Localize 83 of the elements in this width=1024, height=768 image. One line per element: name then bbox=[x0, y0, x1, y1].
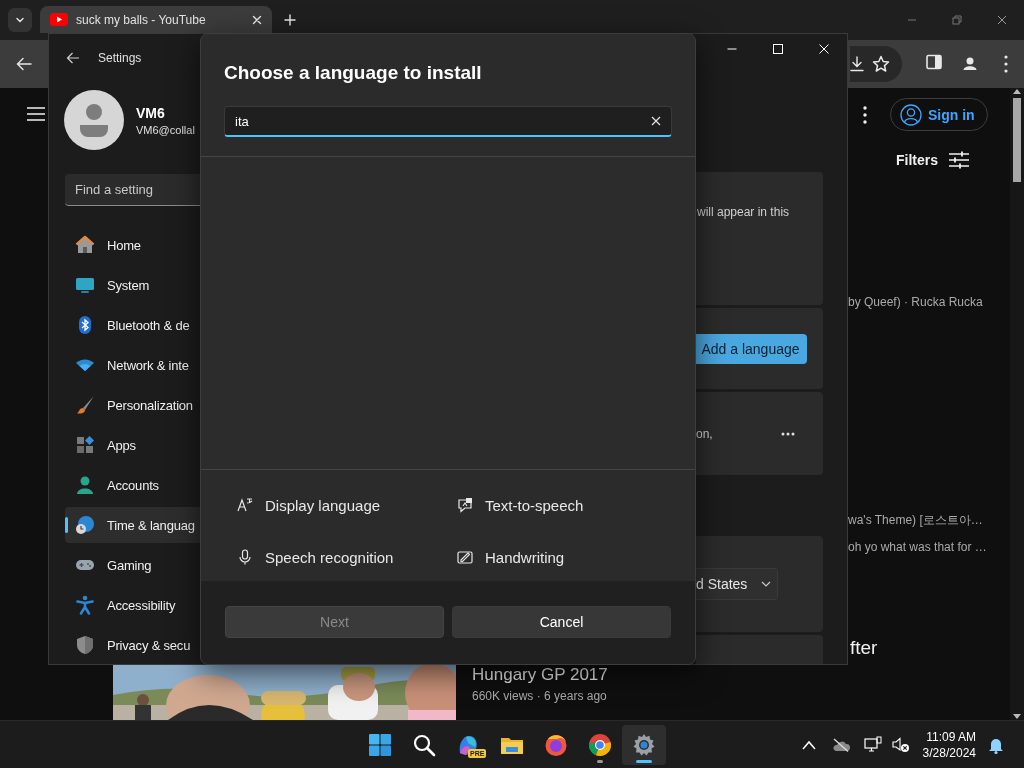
sidebar-item[interactable]: Apps bbox=[65, 427, 200, 463]
section-heading: fter bbox=[849, 636, 879, 660]
tab-search-button[interactable] bbox=[8, 8, 32, 32]
pen-icon bbox=[457, 549, 473, 565]
restore-icon[interactable] bbox=[951, 15, 962, 25]
close-icon[interactable] bbox=[996, 15, 1007, 25]
sliders-icon bbox=[948, 151, 970, 169]
sidebar-item[interactable]: Personalization bbox=[65, 387, 200, 423]
video-title[interactable]: wa's Theme) [로스트아… bbox=[848, 512, 1010, 528]
search-field[interactable]: ita bbox=[224, 106, 672, 137]
sidebar-item[interactable]: Home bbox=[65, 227, 200, 263]
chevron-down-icon bbox=[15, 15, 25, 25]
sidebar-item[interactable]: Accounts bbox=[65, 467, 200, 503]
clear-icon[interactable] bbox=[651, 116, 661, 126]
firefox-icon bbox=[544, 732, 568, 757]
person-silhouette-icon bbox=[79, 103, 109, 137]
scrollbar[interactable] bbox=[1010, 88, 1024, 720]
sidebar-item[interactable]: System bbox=[65, 267, 200, 303]
cancel-button[interactable]: Cancel bbox=[452, 606, 671, 638]
hamburger-menu-icon[interactable] bbox=[27, 107, 45, 121]
chrome-icon bbox=[588, 732, 612, 757]
cloud-off-icon[interactable] bbox=[831, 737, 850, 752]
user-name: VM6 bbox=[136, 104, 166, 121]
accessibility-icon bbox=[75, 595, 95, 615]
setting-card: will appear in this bbox=[696, 172, 823, 305]
sidebar-item[interactable]: Gaming bbox=[65, 547, 200, 583]
feature-label: Handwriting bbox=[457, 541, 677, 573]
region-dropdown[interactable]: d States bbox=[696, 568, 778, 600]
window-title: Settings bbox=[98, 50, 142, 65]
speaker-muted-icon[interactable] bbox=[891, 736, 910, 753]
sidebar-item[interactable]: Network & inte bbox=[65, 347, 200, 383]
sidebar-item[interactable]: Time & languag bbox=[65, 507, 200, 543]
video-title[interactable]: oh yo what was that for … bbox=[848, 539, 1010, 555]
back-arrow-icon[interactable] bbox=[66, 51, 80, 64]
maximize-icon[interactable] bbox=[773, 44, 783, 54]
chevron-up-icon[interactable] bbox=[801, 739, 816, 750]
sidebar-item[interactable]: Accessibility bbox=[65, 587, 200, 623]
sidebar-item[interactable]: Privacy & secu bbox=[65, 627, 200, 663]
monitor-icon bbox=[75, 275, 95, 295]
network-icon[interactable] bbox=[863, 735, 882, 754]
filters-button[interactable]: Filters bbox=[848, 148, 1010, 172]
clock[interactable]: 11:09 AM 3/28/2024 bbox=[922, 728, 976, 761]
feature-label: Display language bbox=[237, 489, 457, 521]
taskbar-button[interactable] bbox=[622, 724, 666, 765]
back-arrow-icon[interactable] bbox=[14, 57, 34, 71]
sidebar-item[interactable]: Bluetooth & de bbox=[65, 307, 200, 343]
microphone-icon bbox=[237, 549, 253, 565]
running-indicator bbox=[636, 759, 652, 763]
user-email: VM6@collal bbox=[136, 123, 195, 136]
feature-label: Speech recognition bbox=[237, 541, 457, 573]
video-meta: 660K views · 6 years ago bbox=[472, 688, 608, 705]
windows-logo-icon bbox=[368, 732, 392, 757]
youtube-logo-icon bbox=[50, 13, 68, 26]
scrollbar-thumb[interactable] bbox=[1013, 98, 1021, 182]
person-icon bbox=[75, 475, 95, 495]
apps-icon bbox=[75, 435, 95, 455]
browser-tab[interactable]: suck my balls - YouTube bbox=[40, 6, 272, 33]
add-language-button[interactable]: Add a language bbox=[694, 333, 807, 364]
time-label: 11:09 AM bbox=[926, 728, 976, 745]
search-field[interactable]: Find a setting bbox=[65, 174, 200, 206]
video-title[interactable]: Hungary GP 2017 bbox=[472, 665, 608, 685]
speech-bubble-icon bbox=[457, 497, 473, 513]
home-icon bbox=[75, 235, 95, 255]
address-bar[interactable] bbox=[850, 46, 902, 82]
more-options-icon[interactable] bbox=[781, 431, 795, 436]
date-label: 3/28/2024 bbox=[922, 744, 976, 761]
kebab-menu-icon[interactable] bbox=[863, 105, 867, 124]
shield-icon bbox=[75, 635, 95, 655]
download-icon[interactable] bbox=[850, 56, 864, 72]
feature-label: Text-to-speech bbox=[457, 489, 677, 521]
search-icon bbox=[412, 732, 436, 757]
chevron-down-icon bbox=[761, 581, 772, 587]
dialog-title: Choose a language to install bbox=[224, 61, 483, 85]
plus-icon[interactable] bbox=[284, 14, 296, 26]
kebab-menu-icon[interactable] bbox=[1004, 54, 1008, 74]
running-indicator bbox=[597, 759, 603, 763]
person-circle-icon bbox=[900, 103, 922, 126]
video-title[interactable]: by Queef) · Rucka Rucka bbox=[848, 294, 1010, 310]
card-text: on, bbox=[696, 426, 713, 441]
display-language-icon bbox=[237, 497, 253, 513]
gear-icon bbox=[632, 732, 656, 757]
globe-clock-icon bbox=[75, 515, 95, 535]
star-icon[interactable] bbox=[872, 55, 890, 73]
